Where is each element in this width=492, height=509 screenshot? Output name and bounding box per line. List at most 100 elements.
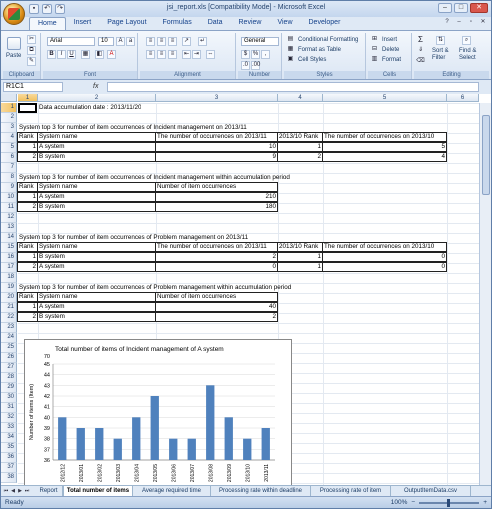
paste-button[interactable]: Paste	[6, 53, 21, 59]
prev-sheet-icon[interactable]: ◀	[10, 487, 16, 495]
minimize-button[interactable]: –	[438, 3, 452, 13]
zoom-out-icon[interactable]: −	[411, 498, 415, 508]
zoom-slider[interactable]	[419, 499, 480, 507]
decrease-decimal-icon[interactable]: .00	[251, 61, 260, 70]
column-header-2[interactable]: 2	[38, 94, 156, 102]
percent-button[interactable]: %	[251, 50, 260, 59]
find-select-button[interactable]: Find &	[459, 48, 476, 54]
row-header-36[interactable]: 36	[1, 453, 17, 463]
row-header-3[interactable]: 3	[1, 123, 17, 133]
row-header-30[interactable]: 30	[1, 393, 17, 403]
autosum-icon[interactable]: Σ	[416, 36, 425, 45]
sheet-tab-processing-rate-deadline[interactable]: Processing rate within deadline	[211, 486, 311, 496]
row-header-25[interactable]: 25	[1, 343, 17, 353]
column-header-4[interactable]: 4	[278, 94, 323, 102]
zoom-in-icon[interactable]: +	[483, 498, 487, 508]
row-header-5[interactable]: 5	[1, 143, 17, 153]
align-bottom-icon[interactable]: ≡	[168, 37, 177, 46]
row-header-17[interactable]: 17	[1, 263, 17, 273]
row-header-9[interactable]: 9	[1, 183, 17, 193]
row-header-11[interactable]: 11	[1, 203, 17, 213]
vertical-scrollbar[interactable]	[479, 103, 491, 485]
close-button[interactable]: ✕	[470, 3, 488, 13]
row-header-19[interactable]: 19	[1, 283, 17, 293]
row-header-27[interactable]: 27	[1, 363, 17, 373]
row-header-18[interactable]: 18	[1, 273, 17, 283]
tab-home[interactable]: Home	[29, 17, 66, 30]
column-header-5[interactable]: 5	[323, 94, 447, 102]
insert-cells-button[interactable]: Insert	[382, 37, 397, 43]
row-header-13[interactable]: 13	[1, 223, 17, 233]
row-header-38[interactable]: 38	[1, 473, 17, 483]
align-right-icon[interactable]: ≡	[168, 50, 177, 59]
row-header-16[interactable]: 16	[1, 253, 17, 263]
row-header-14[interactable]: 14	[1, 233, 17, 243]
row-header-10[interactable]: 10	[1, 193, 17, 203]
font-name-select[interactable]: Arial	[47, 37, 95, 46]
column-header-3[interactable]: 3	[156, 94, 278, 102]
row-header-34[interactable]: 34	[1, 433, 17, 443]
select-all-button[interactable]	[1, 94, 17, 102]
conditional-formatting-button[interactable]: Conditional Formatting	[298, 37, 358, 43]
help-icon[interactable]: ?	[442, 18, 452, 27]
name-box[interactable]: R1C1	[3, 82, 63, 92]
increase-indent-icon[interactable]: ⇥	[192, 50, 201, 59]
orientation-icon[interactable]: ↗	[182, 37, 191, 46]
currency-button[interactable]: $	[241, 50, 250, 59]
row-header-21[interactable]: 21	[1, 303, 17, 313]
column-header-6[interactable]: 6	[447, 94, 479, 102]
row-header-22[interactable]: 22	[1, 313, 17, 323]
row-header-24[interactable]: 24	[1, 333, 17, 343]
fill-color-icon[interactable]: ◧	[95, 50, 104, 59]
row-header-26[interactable]: 26	[1, 353, 17, 363]
row-header-31[interactable]: 31	[1, 403, 17, 413]
active-cell[interactable]	[18, 103, 37, 113]
row-header-7[interactable]: 7	[1, 163, 17, 173]
fill-icon[interactable]: ⇓	[416, 47, 425, 56]
tab-view[interactable]: View	[269, 17, 300, 30]
formula-input[interactable]	[107, 82, 479, 92]
row-header-12[interactable]: 12	[1, 213, 17, 223]
number-format-select[interactable]: General	[241, 37, 279, 46]
sheet-tab-processing-rate-item[interactable]: Processing rate of item	[311, 486, 391, 496]
sheet-tab-report[interactable]: Report	[35, 486, 63, 496]
decrease-indent-icon[interactable]: ⇤	[182, 50, 191, 59]
shrink-font-icon[interactable]: a	[126, 37, 135, 46]
tab-insert[interactable]: Insert	[66, 17, 100, 30]
align-left-icon[interactable]: ≡	[146, 50, 155, 59]
sheet-tab-output-item-data[interactable]: OutputItemData.csv	[391, 486, 471, 496]
column-header-1[interactable]: 1	[18, 94, 38, 102]
maximize-button[interactable]: □	[454, 3, 468, 13]
row-header-15[interactable]: 15	[1, 243, 17, 253]
row-header-8[interactable]: 8	[1, 173, 17, 183]
first-sheet-icon[interactable]: ⏮	[3, 487, 9, 495]
borders-icon[interactable]: ▦	[81, 50, 90, 59]
clear-icon[interactable]: ⌫	[416, 58, 425, 67]
row-header-37[interactable]: 37	[1, 463, 17, 473]
grow-font-icon[interactable]: A	[116, 37, 125, 46]
row-header-29[interactable]: 29	[1, 383, 17, 393]
align-center-icon[interactable]: ≡	[157, 50, 166, 59]
delete-cells-button[interactable]: Delete	[382, 47, 399, 53]
format-cells-button[interactable]: Format	[382, 57, 401, 63]
tab-developer[interactable]: Developer	[301, 17, 349, 30]
row-header-32[interactable]: 32	[1, 413, 17, 423]
row-header-23[interactable]: 23	[1, 323, 17, 333]
tab-page-layout[interactable]: Page Layout	[99, 17, 154, 30]
format-painter-icon[interactable]: ✎	[27, 57, 36, 66]
row-header-28[interactable]: 28	[1, 373, 17, 383]
next-sheet-icon[interactable]: ▶	[17, 487, 23, 495]
row-header-2[interactable]: 2	[1, 113, 17, 123]
tab-formulas[interactable]: Formulas	[155, 17, 200, 30]
tab-review[interactable]: Review	[231, 17, 270, 30]
cell-styles-button[interactable]: Cell Styles	[298, 57, 326, 63]
underline-icon[interactable]: U	[67, 50, 76, 59]
merge-center-icon[interactable]: ⇔	[206, 50, 215, 59]
row-header-1[interactable]: 1	[1, 103, 17, 113]
paste-icon[interactable]	[7, 37, 21, 50]
workbook-minimize-button[interactable]: –	[454, 18, 464, 27]
row-header-20[interactable]: 20	[1, 293, 17, 303]
zoom-slider-thumb[interactable]	[447, 499, 451, 507]
scroll-thumb[interactable]	[482, 115, 490, 195]
incident-chart[interactable]: Total number of items of Incident manage…	[24, 339, 292, 485]
